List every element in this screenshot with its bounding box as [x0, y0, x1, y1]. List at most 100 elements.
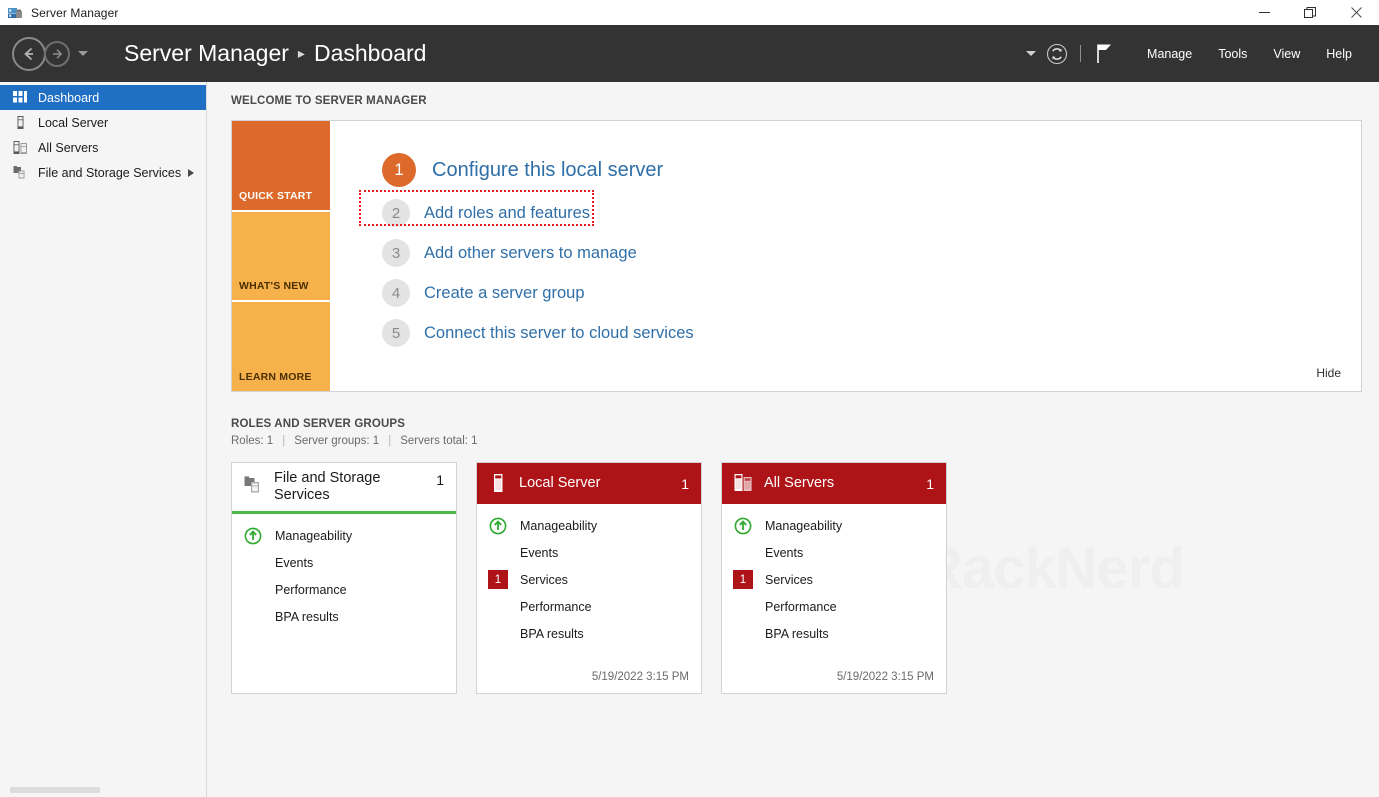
card-row-performance[interactable]: Performance	[477, 593, 701, 620]
flag-icon[interactable]	[1091, 40, 1118, 67]
sidebar-item-label: Local Server	[38, 116, 108, 130]
card-row-bpa-results[interactable]: BPA results	[232, 603, 456, 630]
card-row-manageability[interactable]: Manageability	[232, 522, 456, 549]
refresh-icon[interactable]	[1043, 40, 1070, 67]
sidebar-item-dashboard[interactable]: Dashboard	[0, 85, 206, 110]
servers-total-count: Servers total: 1	[400, 435, 477, 447]
services-count-badge: 1	[488, 570, 508, 589]
card-row-performance[interactable]: Performance	[722, 593, 946, 620]
navigation-group	[12, 37, 88, 71]
menu-help[interactable]: Help	[1313, 41, 1365, 67]
card-row-label: Performance	[275, 583, 347, 597]
sidebar-item-file-and-storage-services[interactable]: File and Storage Services	[0, 160, 206, 185]
notifications-chevron-down-icon[interactable]	[1026, 51, 1036, 56]
step-connect-this-server-to-cloud-services[interactable]: 5 Connect this server to cloud services	[382, 319, 1361, 347]
welcome-tile: QUICK START WHAT'S NEW LEARN MORE 1 Conf…	[231, 120, 1362, 392]
hide-welcome-link[interactable]: Hide	[1316, 366, 1341, 380]
card-row-manageability[interactable]: Manageability	[477, 512, 701, 539]
step-label[interactable]: Create a server group	[424, 284, 585, 303]
sidebar-item-all-servers[interactable]: All Servers	[0, 135, 206, 160]
card-file-and-storage-services[interactable]: File and Storage Services 1 Manag	[231, 462, 457, 694]
menu-view[interactable]: View	[1260, 41, 1313, 67]
card-header[interactable]: Local Server 1	[477, 463, 701, 504]
command-bar: Server Manager ▸ Dashboard Manage Tools …	[0, 25, 1379, 82]
card-rows: Manageability Events 1 Services Performa…	[722, 504, 946, 693]
card-local-server[interactable]: Local Server 1 Manageability	[476, 462, 702, 694]
sidebar: Dashboard Local Server	[0, 82, 207, 797]
dashboard-grid-icon	[12, 89, 29, 106]
sidebar-horizontal-scrollbar[interactable]	[10, 787, 100, 793]
quick-links-bands: QUICK START WHAT'S NEW LEARN MORE	[232, 121, 330, 391]
card-row-label: Manageability	[765, 519, 842, 533]
step-configure-this-local-server[interactable]: 1 Configure this local server	[382, 153, 1361, 187]
card-row-label: Events	[520, 546, 558, 560]
step-number: 4	[382, 279, 410, 307]
step-number: 3	[382, 239, 410, 267]
band-learn-more[interactable]: LEARN MORE	[232, 300, 330, 391]
step-number: 5	[382, 319, 410, 347]
row-badge-placeholder	[488, 624, 508, 644]
quick-start-steps: 1 Configure this local server 2 Add role…	[330, 121, 1361, 391]
menu-tools[interactable]: Tools	[1205, 41, 1260, 67]
breadcrumb-root[interactable]: Server Manager	[124, 40, 289, 67]
card-row-label: Performance	[520, 600, 592, 614]
card-row-label: BPA results	[765, 627, 829, 641]
card-row-label: Performance	[765, 600, 837, 614]
roles-summary: Roles: 1 | Server groups: 1 | Servers to…	[231, 435, 1362, 447]
card-row-label: Services	[765, 573, 813, 587]
step-number: 1	[382, 153, 416, 187]
breadcrumb-current: Dashboard	[314, 40, 427, 67]
card-row-bpa-results[interactable]: BPA results	[477, 620, 701, 647]
minimize-button[interactable]	[1241, 0, 1287, 25]
step-label[interactable]: Configure this local server	[432, 159, 663, 182]
card-rows: Manageability Events Performance BPA res…	[232, 514, 456, 693]
roles-section-title: ROLES AND SERVER GROUPS	[231, 418, 1362, 430]
welcome-section-title: WELCOME TO SERVER MANAGER	[231, 95, 1362, 107]
file-storage-icon	[243, 473, 263, 495]
sidebar-item-local-server[interactable]: Local Server	[0, 110, 206, 135]
arrow-left-icon[interactable]	[12, 37, 46, 71]
roles-count: Roles: 1	[231, 435, 273, 447]
card-row-events[interactable]: Events	[722, 539, 946, 566]
card-all-servers[interactable]: All Servers 1 Manageability	[721, 462, 947, 694]
card-count: 1	[436, 468, 444, 488]
step-add-other-servers-to-manage[interactable]: 3 Add other servers to manage	[382, 239, 1361, 267]
step-label[interactable]: Connect this server to cloud services	[424, 324, 694, 343]
row-badge-placeholder	[488, 543, 508, 563]
chevron-right-icon[interactable]	[188, 169, 194, 177]
step-label[interactable]: Add roles and features	[424, 204, 590, 223]
card-row-performance[interactable]: Performance	[232, 576, 456, 603]
step-create-a-server-group[interactable]: 4 Create a server group	[382, 279, 1361, 307]
card-row-services[interactable]: 1 Services	[722, 566, 946, 593]
card-count: 1	[926, 476, 934, 492]
status-ok-icon	[488, 516, 508, 536]
card-row-bpa-results[interactable]: BPA results	[722, 620, 946, 647]
status-ok-icon	[243, 526, 263, 546]
step-label[interactable]: Add other servers to manage	[424, 244, 637, 263]
card-header[interactable]: File and Storage Services 1	[232, 463, 456, 511]
chevron-down-icon[interactable]	[78, 51, 88, 56]
band-whats-new[interactable]: WHAT'S NEW	[232, 210, 330, 301]
close-button[interactable]	[1333, 0, 1379, 25]
server-icon	[12, 114, 29, 131]
arrow-right-icon[interactable]	[44, 41, 70, 67]
services-count-badge: 1	[733, 570, 753, 589]
sidebar-item-label: Dashboard	[38, 91, 99, 105]
card-rows: Manageability Events 1 Services Performa…	[477, 504, 701, 693]
row-badge-placeholder	[733, 624, 753, 644]
card-row-services[interactable]: 1 Services	[477, 566, 701, 593]
window-controls	[1241, 0, 1379, 25]
card-row-events[interactable]: Events	[477, 539, 701, 566]
summary-divider: |	[388, 435, 391, 447]
restore-button[interactable]	[1287, 0, 1333, 25]
card-title: All Servers	[764, 475, 834, 492]
card-row-events[interactable]: Events	[232, 549, 456, 576]
card-header[interactable]: All Servers 1	[722, 463, 946, 504]
card-count: 1	[681, 476, 689, 492]
server-group-cards: File and Storage Services 1 Manag	[231, 462, 1362, 694]
step-add-roles-and-features[interactable]: 2 Add roles and features	[382, 199, 1361, 227]
row-badge-placeholder	[243, 580, 263, 600]
band-quick-start[interactable]: QUICK START	[232, 121, 330, 210]
card-row-manageability[interactable]: Manageability	[722, 512, 946, 539]
menu-manage[interactable]: Manage	[1134, 41, 1205, 67]
